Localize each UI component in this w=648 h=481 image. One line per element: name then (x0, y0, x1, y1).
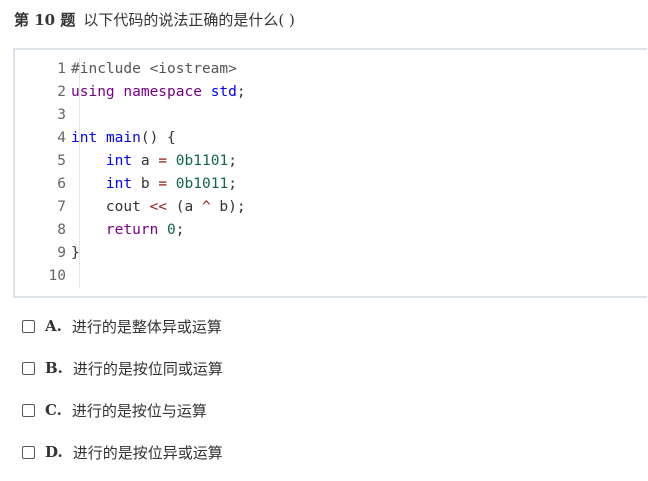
code-token: = (158, 153, 168, 169)
code-token: (a (167, 199, 202, 215)
code-line: #include <iostream> (71, 59, 237, 79)
code-token: b (132, 176, 159, 192)
line-number: 10 (48, 268, 66, 284)
code-token: 0b1011 (175, 176, 229, 192)
line-number: 2 (57, 84, 66, 100)
code-token: () { (140, 130, 176, 146)
line-number: 4 (57, 130, 66, 146)
code-token: ^ (201, 199, 211, 215)
code-token: ; (236, 84, 246, 100)
code-token: } (71, 245, 80, 261)
line-number: 3 (57, 107, 66, 123)
code-line: using namespace std; (71, 82, 246, 102)
question-header: 第 10 题以下代码的说法正确的是什么( ) (14, 9, 295, 31)
option-text: 进行的是按位与运算 (71, 401, 207, 420)
code-token: 0 (167, 222, 176, 238)
checkbox-icon[interactable] (22, 403, 35, 417)
code-token: std (210, 84, 237, 100)
code-token: b); (210, 199, 246, 215)
line-number: 6 (57, 176, 66, 192)
option-letter: D. (45, 443, 63, 461)
option-c[interactable]: C. 进行的是按位与运算 (22, 399, 207, 421)
option-text: 进行的是整体异或运算 (71, 317, 222, 336)
code-token: int (105, 176, 133, 192)
code-token: << (149, 199, 168, 215)
code-block: 1 2 3 4 5 6 7 8 9 10 #include <iostream> using nam… (13, 48, 647, 298)
code-token: using (71, 84, 115, 100)
code-token: 0b1101 (175, 153, 229, 169)
code-token: = (158, 176, 168, 192)
option-letter: B. (45, 359, 63, 377)
code-token: a (132, 153, 159, 169)
code-token: ; (228, 153, 237, 169)
code-token: ; (175, 222, 185, 238)
line-number: 7 (57, 199, 66, 215)
code-token: namespace (123, 84, 202, 100)
code-token: main (105, 130, 141, 146)
code-token: cout (71, 199, 150, 215)
checkbox-icon[interactable] (22, 361, 35, 375)
question-text: 以下代码的说法正确的是什么( ) (83, 11, 295, 29)
line-number: 1 (57, 61, 66, 77)
code-token: int (71, 130, 98, 146)
code-token: #include <iostream> (71, 61, 237, 77)
code-line: cout << (a ^ b); (71, 197, 246, 217)
code-token: ; (228, 176, 237, 192)
checkbox-icon[interactable] (22, 319, 35, 333)
line-number: 5 (57, 153, 66, 169)
code-token: int (105, 153, 133, 169)
code-line: return 0; (71, 220, 185, 240)
code-line: int b = 0b1011; (71, 174, 237, 194)
checkbox-icon[interactable] (22, 445, 35, 459)
question-number: 第 10 题 (14, 11, 76, 29)
option-text: 进行的是按位异或运算 (72, 443, 223, 462)
option-letter: C. (45, 401, 62, 419)
option-text: 进行的是按位同或运算 (72, 359, 223, 378)
code-line: int a = 0b1101; (71, 151, 237, 171)
option-d[interactable]: D. 进行的是按位异或运算 (22, 441, 223, 463)
code-token: return (105, 222, 159, 238)
option-b[interactable]: B. 进行的是按位同或运算 (22, 357, 223, 379)
option-letter: A. (45, 317, 62, 335)
option-a[interactable]: A. 进行的是整体异或运算 (22, 315, 222, 337)
code-line: int main() { (71, 128, 176, 148)
line-number: 9 (57, 245, 66, 261)
line-number-gutter: 1 2 3 4 5 6 7 8 9 10 (15, 50, 66, 296)
code-line: } (71, 243, 80, 263)
line-number: 8 (57, 222, 66, 238)
